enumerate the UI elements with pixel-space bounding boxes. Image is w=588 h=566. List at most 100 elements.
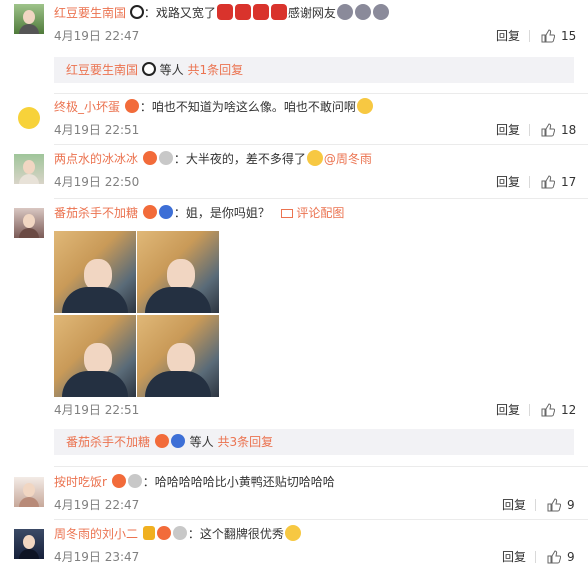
photo-shirt	[145, 371, 211, 397]
sub-replies-box[interactable]: 番茄杀手不加糖 等人 共3条回复	[54, 429, 574, 455]
red-emoji-icon	[252, 4, 269, 20]
reply-button[interactable]: 回复	[496, 402, 520, 418]
avatar[interactable]	[14, 529, 44, 559]
thumbs-up-icon	[547, 550, 561, 564]
avatar-body	[19, 549, 39, 559]
comment-text: 终极_小坏蛋 ：咱也不知道为啥这么像。咱也不敢问啊	[54, 98, 374, 116]
sub-reply-user[interactable]: 红豆要生南国	[66, 63, 138, 77]
member-badge-icon	[142, 205, 157, 219]
comment-image-label: 评论配图	[296, 206, 345, 220]
like-count: 12	[561, 403, 577, 417]
avatar-body	[19, 24, 39, 34]
reply-button[interactable]: 回复	[502, 497, 526, 513]
avatar[interactable]	[14, 208, 44, 238]
reply-button[interactable]: 回复	[496, 174, 520, 190]
like-button[interactable]: 17	[541, 174, 576, 190]
timestamp: 4月19日 22:47	[54, 498, 140, 512]
crying-emoji-icon	[372, 4, 389, 20]
like-count: 17	[561, 175, 577, 189]
comment-photo[interactable]	[137, 315, 219, 397]
cat-emoji-icon	[306, 150, 323, 166]
username-link[interactable]: 红豆要生南国	[54, 6, 126, 20]
reply-button[interactable]: 回复	[496, 28, 520, 44]
thumbs-up-icon	[541, 29, 555, 43]
like-button[interactable]: 9	[547, 549, 575, 565]
username-link[interactable]: 终极_小坏蛋	[54, 100, 120, 114]
comment-photo[interactable]	[137, 231, 219, 313]
avatar[interactable]	[14, 102, 44, 132]
separator	[535, 499, 536, 511]
like-count: 9	[567, 550, 575, 564]
divider	[54, 144, 588, 145]
comment-image-link[interactable]: 评论配图	[281, 206, 344, 220]
comment-image-grid[interactable]	[54, 231, 220, 397]
level-badge-icon	[158, 151, 173, 165]
avatar-body	[19, 174, 39, 184]
sub-reply-suffix: 等人	[159, 63, 184, 77]
photo-shirt	[62, 287, 128, 313]
comment-body: ：这个翻牌很优秀	[187, 527, 284, 541]
level-badge-icon	[170, 434, 185, 448]
separator	[529, 30, 530, 42]
level-badge-icon	[172, 526, 187, 540]
member-badge-icon	[111, 474, 126, 488]
comment-text: 周冬雨的刘小二 ：这个翻牌很优秀	[54, 525, 302, 543]
thumbs-up-icon	[547, 498, 561, 512]
sub-replies-summary: 番茄杀手不加糖 等人 共3条回复	[66, 433, 273, 451]
cat-emoji-icon	[356, 98, 373, 114]
like-button[interactable]: 15	[541, 28, 576, 44]
member-badge-icon	[142, 151, 157, 165]
avatar[interactable]	[14, 477, 44, 507]
red-emoji-icon	[216, 4, 233, 20]
comment-text: 番茄杀手不加糖 ：姐，是你吗姐？ 评论配图	[54, 204, 344, 222]
username-link[interactable]: 番茄杀手不加糖	[54, 206, 138, 220]
mention-link[interactable]: @周冬雨	[324, 152, 372, 166]
photo-shirt	[62, 371, 128, 397]
avatar-head	[23, 160, 35, 174]
avatar[interactable]	[14, 4, 44, 34]
timestamp: 4月19日 22:51	[54, 123, 140, 137]
comment-photo[interactable]	[54, 315, 136, 397]
like-count: 9	[567, 498, 575, 512]
username-link[interactable]: 按时吃饭r	[54, 475, 107, 489]
crying-emoji-icon	[336, 4, 353, 20]
like-count: 18	[561, 123, 577, 137]
like-button[interactable]: 12	[541, 402, 576, 418]
timestamp: 4月19日 22:50	[54, 175, 140, 189]
divider	[54, 198, 588, 199]
sub-replies-box[interactable]: 红豆要生南国 等人 共1条回复	[54, 57, 574, 83]
smirk-emoji-icon	[284, 525, 301, 541]
separator	[529, 404, 530, 416]
thumbs-up-icon	[541, 123, 555, 137]
comment-body: ：大半夜的，差不多得了	[173, 152, 306, 166]
divider	[54, 519, 588, 520]
username-link[interactable]: 两点水的冰冰冰	[54, 152, 138, 166]
chick-avatar-image	[18, 107, 40, 129]
photo-shirt	[145, 287, 211, 313]
username-link[interactable]: 周冬雨的刘小二	[54, 527, 138, 541]
comment-body: ：姐，是你吗姐？	[173, 206, 270, 220]
comment-text: 按时吃饭r ：哈哈哈哈哈比小黄鸭还贴切哈哈哈	[54, 473, 335, 491]
sub-reply-count-link[interactable]: 共3条回复	[218, 435, 274, 449]
like-button[interactable]: 9	[547, 497, 575, 513]
comment-body: ：哈哈哈哈哈比小黄鸭还贴切哈哈哈	[142, 475, 335, 489]
sub-replies-summary: 红豆要生南国 等人 共1条回复	[66, 61, 243, 79]
sub-reply-user[interactable]: 番茄杀手不加糖	[66, 435, 150, 449]
reply-button[interactable]: 回复	[502, 549, 526, 565]
reply-button[interactable]: 回复	[496, 122, 520, 138]
member-badge-icon	[124, 99, 139, 113]
timestamp: 4月19日 22:51	[54, 403, 140, 417]
comment-text: 红豆要生南国 ：戏路又宽了 感谢网友	[54, 4, 390, 22]
like-count: 15	[561, 29, 577, 43]
level-badge-icon	[127, 474, 142, 488]
avatar-head	[23, 214, 35, 228]
sub-reply-count-link[interactable]: 共1条回复	[188, 63, 244, 77]
comment-photo[interactable]	[54, 231, 136, 313]
separator	[535, 551, 536, 563]
avatar-head	[23, 535, 35, 549]
like-button[interactable]: 18	[541, 122, 576, 138]
avatar[interactable]	[14, 154, 44, 184]
avatar-body	[19, 228, 39, 238]
sub-reply-suffix: 等人	[189, 435, 214, 449]
timestamp: 4月19日 22:47	[54, 29, 140, 43]
